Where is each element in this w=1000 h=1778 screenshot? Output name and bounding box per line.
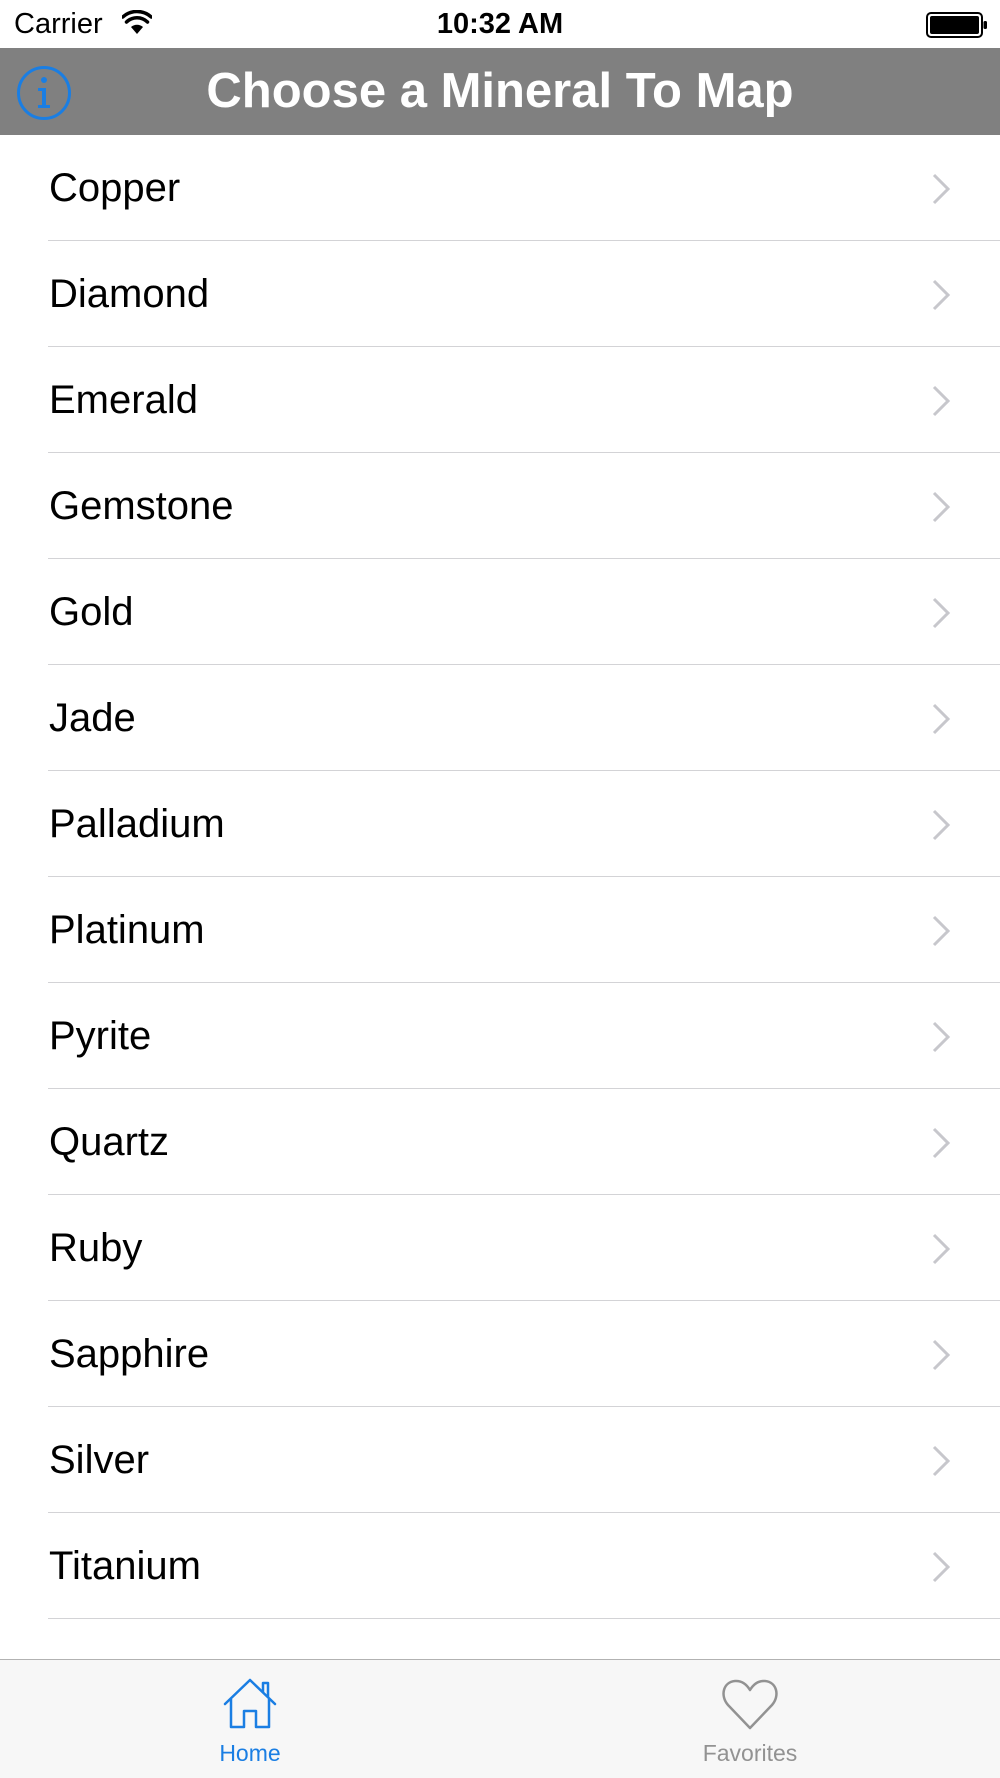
- list-item-label: Jade: [49, 696, 136, 740]
- list-item-label: Gemstone: [49, 484, 234, 528]
- navigation-bar: Choose a Mineral To Map: [0, 48, 1000, 135]
- chevron-right-icon: [931, 491, 951, 523]
- chevron-right-icon: [931, 597, 951, 629]
- chevron-right-icon: [931, 1445, 951, 1477]
- tab-bar: Home Favorites: [0, 1659, 1000, 1778]
- list-item-label: Ruby: [49, 1226, 143, 1270]
- tab-favorites-label: Favorites: [702, 1740, 798, 1766]
- list-item-jade[interactable]: Jade: [0, 665, 1000, 771]
- list-item-label: Diamond: [49, 272, 210, 316]
- home-icon: [220, 1676, 280, 1732]
- chevron-right-icon: [931, 915, 951, 947]
- list-item-palladium[interactable]: Palladium: [0, 771, 1000, 877]
- list-item-gold[interactable]: Gold: [0, 559, 1000, 665]
- list-item-quartz[interactable]: Quartz: [0, 1089, 1000, 1195]
- list-item-titanium[interactable]: Titanium: [0, 1513, 1000, 1619]
- list-item-label: Copper: [49, 166, 181, 210]
- list-item-label: Gold: [49, 590, 134, 634]
- chevron-right-icon: [931, 1233, 951, 1265]
- chevron-right-icon: [931, 279, 951, 311]
- info-icon: [16, 66, 72, 125]
- list-item-label: Platinum: [49, 908, 205, 952]
- status-bar: Carrier 10:32 AM: [0, 0, 1000, 48]
- chevron-right-icon: [931, 1339, 951, 1371]
- tab-home[interactable]: Home: [0, 1660, 500, 1778]
- list-item-label: Silver: [49, 1438, 150, 1482]
- list-item-label: Pyrite: [49, 1014, 152, 1058]
- chevron-right-icon: [931, 1021, 951, 1053]
- list-item-silver[interactable]: Silver: [0, 1407, 1000, 1513]
- list-item-pyrite[interactable]: Pyrite: [0, 983, 1000, 1089]
- chevron-right-icon: [931, 173, 951, 205]
- chevron-right-icon: [931, 703, 951, 735]
- list-item-label: Quartz: [49, 1120, 170, 1164]
- list-item-emerald[interactable]: Emerald: [0, 347, 1000, 453]
- list-item-platinum[interactable]: Platinum: [0, 877, 1000, 983]
- chevron-right-icon: [931, 385, 951, 417]
- list-item-copper[interactable]: Copper: [0, 135, 1000, 241]
- mineral-list: Copper Diamond Emerald Gemstone Gold Jad…: [0, 135, 1000, 1619]
- battery-icon: [926, 12, 988, 38]
- list-item-label: Palladium: [49, 802, 225, 846]
- tab-favorites[interactable]: Favorites: [500, 1660, 1000, 1778]
- chevron-right-icon: [931, 809, 951, 841]
- heart-icon: [720, 1676, 780, 1732]
- list-item-gemstone[interactable]: Gemstone: [0, 453, 1000, 559]
- tab-home-label: Home: [219, 1740, 281, 1766]
- list-item-label: Titanium: [49, 1544, 201, 1588]
- list-item-sapphire[interactable]: Sapphire: [0, 1301, 1000, 1407]
- chevron-right-icon: [931, 1127, 951, 1159]
- info-button[interactable]: [16, 65, 72, 121]
- list-item-label: Emerald: [49, 378, 198, 422]
- list-item-label: Sapphire: [49, 1332, 210, 1376]
- list-item-ruby[interactable]: Ruby: [0, 1195, 1000, 1301]
- chevron-right-icon: [931, 1551, 951, 1583]
- status-time: 10:32 AM: [436, 8, 564, 40]
- page-title: Choose a Mineral To Map: [206, 64, 794, 118]
- list-item-diamond[interactable]: Diamond: [0, 241, 1000, 347]
